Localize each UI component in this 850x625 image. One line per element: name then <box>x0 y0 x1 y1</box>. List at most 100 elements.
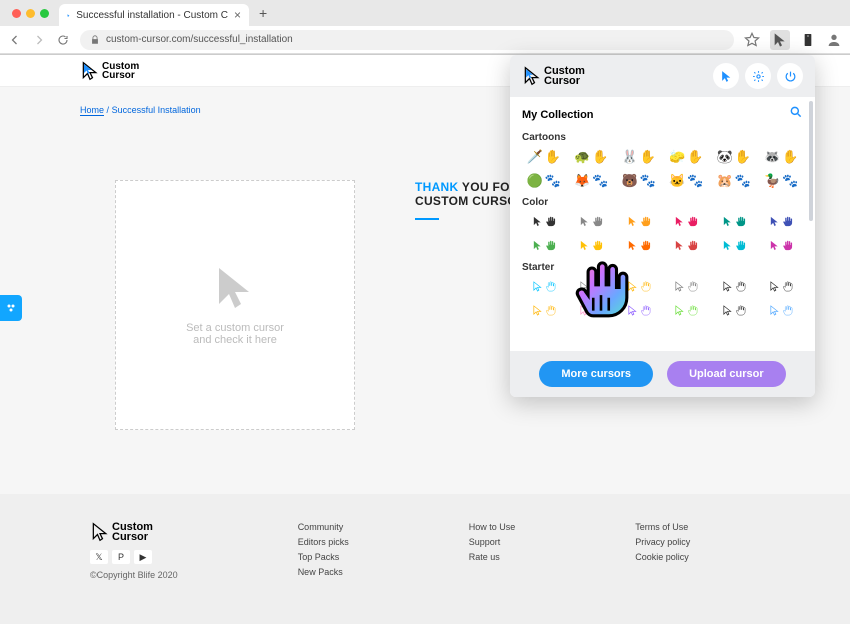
browser-tab[interactable]: Successful installation - Custom C × <box>59 4 249 26</box>
address-bar: custom-cursor.com/successful_installatio… <box>0 26 850 54</box>
power-button[interactable] <box>777 63 803 89</box>
cursor-pack-item[interactable] <box>712 301 756 319</box>
cursor-pack-item[interactable] <box>665 212 709 230</box>
upload-cursor-button[interactable]: Upload cursor <box>667 361 786 387</box>
cursor-pack-item[interactable]: 🟢🐾 <box>522 171 566 189</box>
cursor-pack-item[interactable] <box>760 236 804 254</box>
breadcrumb: Home / Successful Installation <box>80 105 201 115</box>
cursor-pack-item[interactable] <box>570 212 614 230</box>
cursor-placeholder-icon <box>211 264 259 312</box>
minimize-window-icon[interactable] <box>26 9 35 18</box>
cursor-pack-item[interactable] <box>570 236 614 254</box>
social-links: 𝕏 P ▶ <box>90 550 178 564</box>
collection-title: My Collection <box>522 109 594 121</box>
footer-link[interactable]: Cookie policy <box>635 552 690 562</box>
cursor-try-zone[interactable]: Set a custom cursor and check it here <box>115 180 355 430</box>
cursor-pack-item[interactable]: 🧽✋ <box>665 147 709 165</box>
more-cursors-button[interactable]: More cursors <box>539 361 653 387</box>
cursor-pack-item[interactable] <box>522 301 566 319</box>
extension-popup: CustomCursor My Collection Cartoons 🗡️✋🐢… <box>510 55 815 397</box>
section-color: Color <box>522 197 803 208</box>
maximize-window-icon[interactable] <box>40 9 49 18</box>
cursor-pack-item[interactable] <box>522 236 566 254</box>
footer-link[interactable]: Editors picks <box>298 537 349 547</box>
youtube-icon[interactable]: ▶ <box>134 550 152 564</box>
logo-cursor-icon <box>80 61 100 81</box>
page-content: CustomCursor Home / Successful Installat… <box>0 55 850 624</box>
section-starter: Starter <box>522 262 803 273</box>
cursor-pack-item[interactable] <box>760 277 804 295</box>
window-controls <box>6 9 55 18</box>
cursor-pack-item[interactable]: 🐱🐾 <box>665 171 709 189</box>
footer-link[interactable]: Privacy policy <box>635 537 690 547</box>
cursor-pack-item[interactable] <box>712 277 756 295</box>
footer-col-1: Community Editors picks Top Packs New Pa… <box>298 522 349 596</box>
pinterest-icon[interactable]: P <box>112 550 130 564</box>
copyright: ©Copyright Blife 2020 <box>90 570 178 580</box>
cursor-pack-item[interactable]: 🐢✋ <box>570 147 614 165</box>
tab-title: Successful installation - Custom C <box>76 10 228 21</box>
tab-favicon <box>67 9 70 21</box>
cursor-pack-item[interactable] <box>617 212 661 230</box>
star-icon[interactable] <box>744 32 760 48</box>
cursor-pack-item[interactable] <box>712 236 756 254</box>
cursor-pack-item[interactable] <box>617 236 661 254</box>
new-tab-button[interactable]: + <box>253 5 273 21</box>
settings-button[interactable] <box>745 63 771 89</box>
url-text: custom-cursor.com/successful_installatio… <box>106 34 293 45</box>
cursor-pack-item[interactable]: 🐰✋ <box>617 147 661 165</box>
custom-cursor-extension-icon[interactable] <box>770 30 790 50</box>
cursor-pack-item[interactable] <box>617 277 661 295</box>
footer-link[interactable]: New Packs <box>298 567 349 577</box>
cursor-pack-item[interactable] <box>665 236 709 254</box>
section-cartoons: Cartoons <box>522 132 803 143</box>
popup-logo: CustomCursor <box>522 66 585 86</box>
cursor-pack-item[interactable] <box>522 277 566 295</box>
popup-header: CustomCursor <box>510 55 815 97</box>
popup-footer: More cursors Upload cursor <box>510 351 815 397</box>
footer-link[interactable]: Community <box>298 522 349 532</box>
browser-chrome: Successful installation - Custom C × + c… <box>0 0 850 55</box>
forward-button[interactable] <box>32 33 46 47</box>
cursor-pack-item[interactable]: 🐹🐾 <box>712 171 756 189</box>
cursor-pack-item[interactable] <box>570 301 614 319</box>
reload-button[interactable] <box>56 33 70 47</box>
cursor-pack-item[interactable]: 🐼✋ <box>712 147 756 165</box>
lock-icon <box>90 35 100 45</box>
tab-close-icon[interactable]: × <box>234 8 241 22</box>
url-input[interactable]: custom-cursor.com/successful_installatio… <box>80 30 734 50</box>
back-button[interactable] <box>8 33 22 47</box>
cursor-pack-item[interactable]: 🗡️✋ <box>522 147 566 165</box>
extension-icons <box>744 30 842 50</box>
profile-icon[interactable] <box>826 32 842 48</box>
cursor-pack-item[interactable] <box>665 301 709 319</box>
cursor-pack-item[interactable]: 🦝✋ <box>760 147 804 165</box>
extension-icon[interactable] <box>800 32 816 48</box>
footer: CustomCursor 𝕏 P ▶ ©Copyright Blife 2020… <box>0 494 850 624</box>
search-button[interactable] <box>789 105 803 124</box>
breadcrumb-home[interactable]: Home <box>80 105 104 116</box>
footer-link[interactable]: Top Packs <box>298 552 349 562</box>
cursor-pack-item[interactable] <box>617 301 661 319</box>
cursor-pack-item[interactable] <box>760 301 804 319</box>
footer-link[interactable]: Support <box>469 537 516 547</box>
site-logo[interactable]: CustomCursor <box>80 61 139 81</box>
footer-link[interactable]: Terms of Use <box>635 522 690 532</box>
cursor-pack-item[interactable]: 🐻🐾 <box>617 171 661 189</box>
cursor-pack-item[interactable] <box>665 277 709 295</box>
side-share-tab[interactable] <box>0 295 22 321</box>
cursor-pack-item[interactable] <box>522 212 566 230</box>
cursor-pack-item[interactable] <box>570 277 614 295</box>
footer-link[interactable]: How to Use <box>469 522 516 532</box>
footer-logo[interactable]: CustomCursor <box>90 522 178 542</box>
cursor-pack-item[interactable] <box>760 212 804 230</box>
footer-link[interactable]: Rate us <box>469 552 516 562</box>
default-cursor-button[interactable] <box>713 63 739 89</box>
cursor-pack-item[interactable]: 🦆🐾 <box>760 171 804 189</box>
close-window-icon[interactable] <box>12 9 21 18</box>
twitter-icon[interactable]: 𝕏 <box>90 550 108 564</box>
cursor-pack-item[interactable]: 🦊🐾 <box>570 171 614 189</box>
cursor-pack-item[interactable] <box>712 212 756 230</box>
breadcrumb-current[interactable]: Successful Installation <box>112 105 201 115</box>
popup-body: My Collection Cartoons 🗡️✋🐢✋🐰✋🧽✋🐼✋🦝✋ 🟢🐾🦊… <box>510 97 815 351</box>
